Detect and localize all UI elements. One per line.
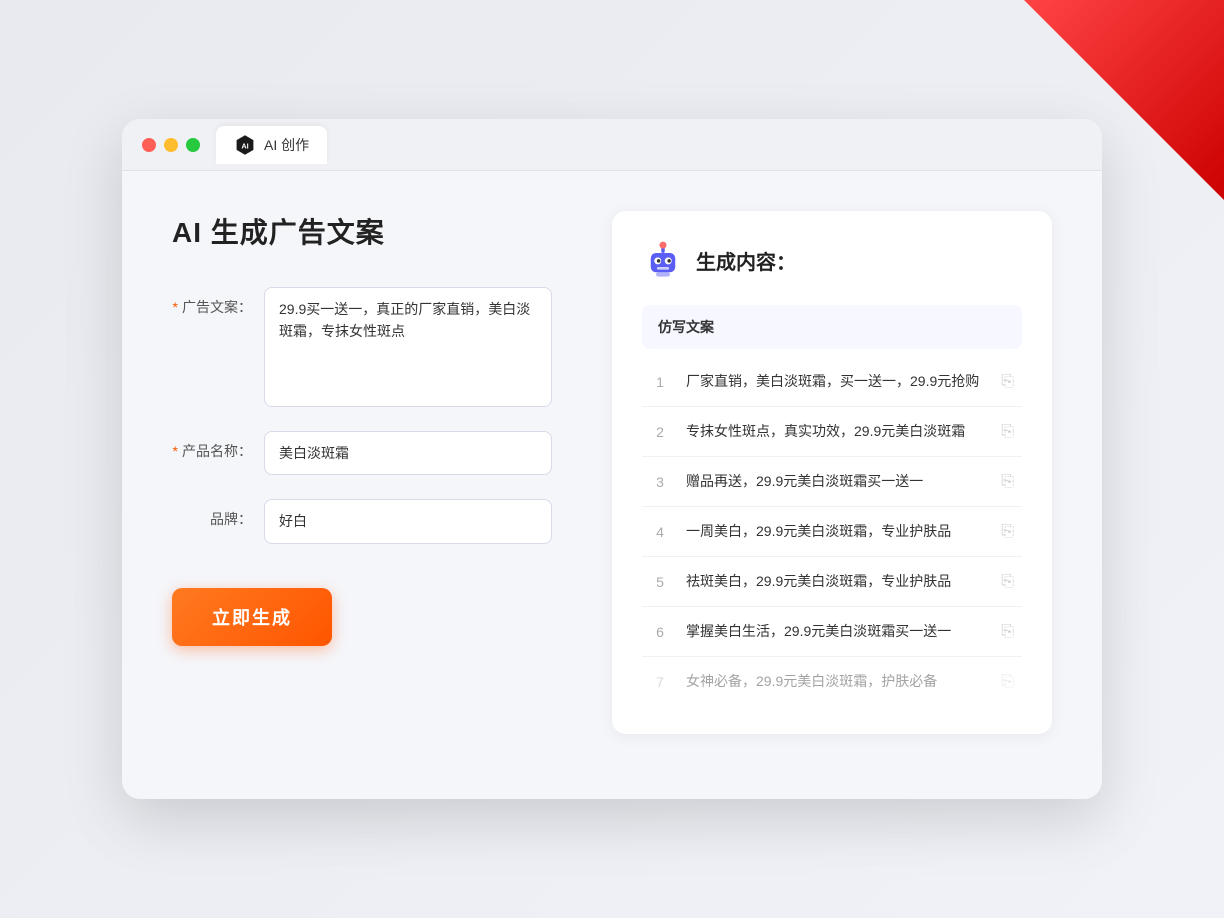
copy-icon[interactable]: ⎘ [1001,423,1014,441]
item-number: 7 [650,674,670,690]
copy-icon[interactable]: ⎘ [1001,373,1014,391]
ad-copy-label: *广告文案： [172,287,252,317]
list-item: 2 专抹女性斑点，真实功效，29.9元美白淡斑霜 ⎘ [642,407,1022,457]
item-number: 1 [650,374,670,390]
close-button[interactable] [142,138,156,152]
form-row-brand: 品牌： [172,499,552,543]
maximize-button[interactable] [186,138,200,152]
item-number: 4 [650,524,670,540]
ai-tab-icon: AI [234,134,256,156]
generate-button[interactable]: 立即生成 [172,588,332,646]
copy-icon[interactable]: ⎘ [1001,523,1014,541]
item-number: 2 [650,424,670,440]
result-table-header: 仿写文案 [642,305,1022,349]
result-header: 生成内容： [642,239,1022,281]
list-item: 6 掌握美白生活，29.9元美白淡斑霜买一送一 ⎘ [642,607,1022,657]
item-number: 3 [650,474,670,490]
required-star: * [173,299,178,315]
item-text: 厂家直销，美白淡斑霜，买一送一，29.9元抢购 [686,371,985,392]
result-list: 1 厂家直销，美白淡斑霜，买一送一，29.9元抢购 ⎘ 2 专抹女性斑点，真实功… [642,357,1022,706]
copy-icon[interactable]: ⎘ [1001,673,1014,691]
copy-icon[interactable]: ⎘ [1001,573,1014,591]
item-number: 6 [650,624,670,640]
list-item: 5 祛斑美白，29.9元美白淡斑霜，专业护肤品 ⎘ [642,557,1022,607]
minimize-button[interactable] [164,138,178,152]
item-text: 掌握美白生活，29.9元美白淡斑霜买一送一 [686,621,985,642]
robot-icon [642,239,684,281]
result-title: 生成内容： [696,246,796,275]
svg-text:AI: AI [241,141,248,150]
required-star-2: * [173,443,178,459]
item-text: 一周美白，29.9元美白淡斑霜，专业护肤品 [686,521,985,542]
list-item: 7 女神必备，29.9元美白淡斑霜，护肤必备 ⎘ [642,657,1022,706]
traffic-lights [142,138,200,152]
copy-icon[interactable]: ⎘ [1001,623,1014,641]
item-text: 赠品再送，29.9元美白淡斑霜买一送一 [686,471,985,492]
item-text: 祛斑美白，29.9元美白淡斑霜，专业护肤品 [686,571,985,592]
list-item: 4 一周美白，29.9元美白淡斑霜，专业护肤品 ⎘ [642,507,1022,557]
form-row-ad-copy: *广告文案： 29.9买一送一，真正的厂家直销，美白淡斑霜，专抹女性斑点 [172,287,552,407]
title-bar: AI AI 创作 [122,119,1102,171]
ad-copy-textarea[interactable]: 29.9买一送一，真正的厂家直销，美白淡斑霜，专抹女性斑点 [264,287,552,407]
page-title: AI 生成广告文案 [172,211,552,251]
item-text: 专抹女性斑点，真实功效，29.9元美白淡斑霜 [686,421,985,442]
list-item: 3 赠品再送，29.9元美白淡斑霜买一送一 ⎘ [642,457,1022,507]
left-panel: AI 生成广告文案 *广告文案： 29.9买一送一，真正的厂家直销，美白淡斑霜，… [172,211,552,734]
product-label: *产品名称： [172,431,252,461]
app-window: AI AI 创作 AI 生成广告文案 *广告文案： 29.9买一送一，真正的厂家… [122,119,1102,799]
item-text: 女神必备，29.9元美白淡斑霜，护肤必备 [686,671,985,692]
form-row-product: *产品名称： [172,431,552,475]
tab-ai-create[interactable]: AI AI 创作 [216,126,327,164]
list-item: 1 厂家直销，美白淡斑霜，买一送一，29.9元抢购 ⎘ [642,357,1022,407]
brand-input[interactable] [264,499,552,543]
right-panel: 生成内容： 仿写文案 1 厂家直销，美白淡斑霜，买一送一，29.9元抢购 ⎘ 2… [612,211,1052,734]
copy-icon[interactable]: ⎘ [1001,473,1014,491]
item-number: 5 [650,574,670,590]
main-content: AI 生成广告文案 *广告文案： 29.9买一送一，真正的厂家直销，美白淡斑霜，… [122,171,1102,774]
tab-label: AI 创作 [264,135,309,155]
product-name-input[interactable] [264,431,552,475]
brand-label: 品牌： [172,499,252,529]
